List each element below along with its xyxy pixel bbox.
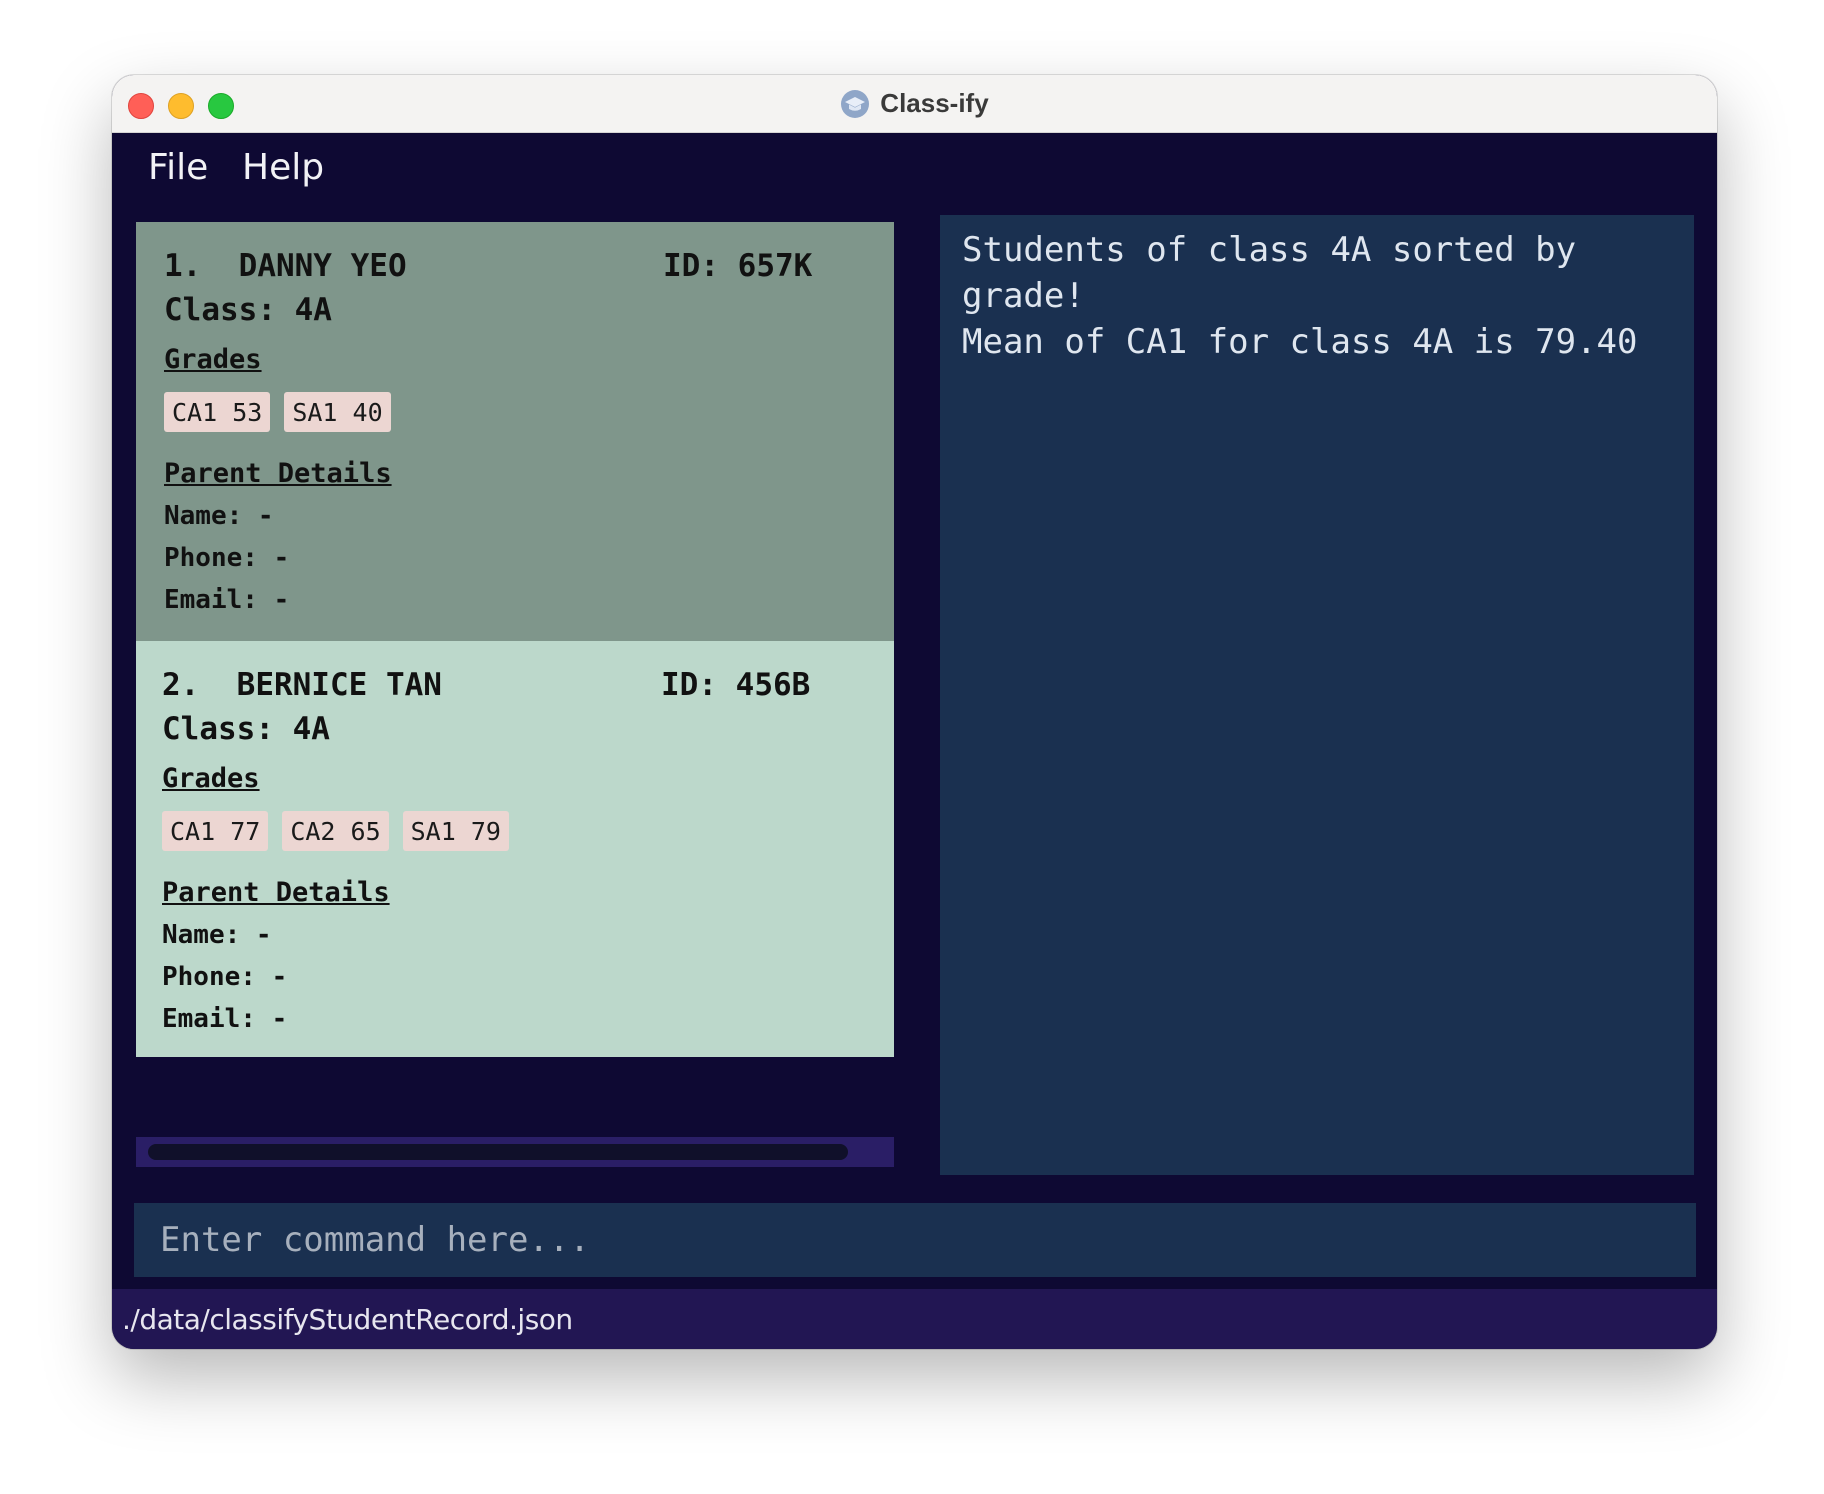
menu-file[interactable]: File: [148, 147, 208, 188]
save-file-path: ./data/classifyStudentRecord.json: [122, 1303, 573, 1336]
parent-email: Email: -: [164, 585, 290, 615]
grade-tag: CA2 65: [282, 811, 389, 851]
window-title: Class-ify: [880, 88, 989, 118]
result-display: Students of class 4A sorted by grade! Me…: [940, 215, 1694, 1175]
student-class: Class: 4A: [164, 292, 332, 328]
student-name: 1. DANNY YEO: [164, 248, 407, 284]
grade-tags: CA1 77 CA2 65 SA1 79: [162, 811, 509, 851]
scrollbar-thumb[interactable]: [148, 1144, 848, 1160]
menu-bar: File Help: [112, 133, 1717, 207]
grade-tags: CA1 53 SA1 40: [164, 392, 391, 432]
grade-tag: CA1 53: [164, 392, 271, 432]
horizontal-scrollbar[interactable]: [136, 1137, 894, 1167]
grade-tag: SA1 79: [402, 811, 509, 851]
title-group: Class-ify: [112, 75, 1717, 132]
grades-heading: Grades: [162, 763, 260, 794]
parent-name: Name: -: [162, 920, 272, 950]
graduation-cap-icon: [841, 89, 870, 118]
menu-help[interactable]: Help: [242, 147, 324, 188]
grade-tag: SA1 40: [284, 392, 391, 432]
app-window: Class-ify File Help 1. DANNY YEO ID: 657…: [112, 75, 1717, 1349]
command-box[interactable]: [134, 1203, 1696, 1277]
parent-phone: Phone: -: [162, 962, 288, 992]
grade-tag: CA1 77: [162, 811, 269, 851]
student-list[interactable]: 1. DANNY YEO ID: 657K Class: 4A Grades C…: [136, 222, 894, 1057]
parent-details-heading: Parent Details: [164, 458, 392, 489]
parent-phone: Phone: -: [164, 543, 290, 573]
student-id: ID: 456B: [661, 667, 811, 703]
status-bar: ./data/classifyStudentRecord.json: [112, 1289, 1717, 1349]
command-input[interactable]: [134, 1203, 1696, 1277]
parent-email: Email: -: [162, 1004, 288, 1034]
title-bar: Class-ify: [112, 75, 1717, 133]
result-text: Students of class 4A sorted by grade! Me…: [962, 230, 1638, 362]
parent-details-heading: Parent Details: [162, 877, 390, 908]
student-card[interactable]: 1. DANNY YEO ID: 657K Class: 4A Grades C…: [136, 222, 894, 641]
student-card[interactable]: 2. BERNICE TAN ID: 456B Class: 4A Grades…: [136, 641, 894, 1057]
student-class: Class: 4A: [162, 711, 330, 747]
grades-heading: Grades: [164, 344, 262, 375]
student-id: ID: 657K: [663, 248, 813, 284]
parent-name: Name: -: [164, 501, 274, 531]
student-name: 2. BERNICE TAN: [162, 667, 442, 703]
